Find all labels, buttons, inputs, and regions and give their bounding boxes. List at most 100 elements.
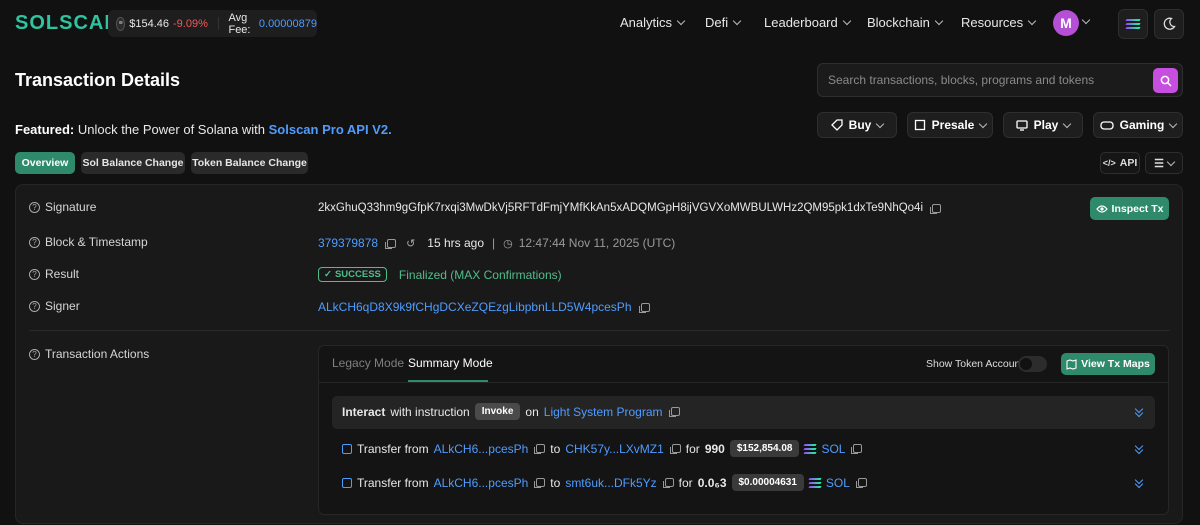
nav-defi[interactable]: Defi: [705, 15, 742, 30]
view-tx-maps-button[interactable]: View Tx Maps: [1061, 353, 1155, 375]
chevron-down-icon: [934, 16, 944, 26]
check-circle-icon: ✓: [324, 269, 332, 280]
copy-icon[interactable]: [638, 302, 650, 313]
chevron-down-icon: [1169, 119, 1178, 128]
map-icon: [1066, 358, 1077, 370]
api-label: API: [1119, 157, 1138, 169]
transfer-label: Transfer from: [357, 475, 429, 490]
panel-tab-divider: [319, 382, 1168, 383]
solana-logo-icon: [803, 443, 818, 454]
chevron-down-icon: [676, 16, 686, 26]
transfer-to-word: to: [550, 441, 561, 456]
show-token-account-toggle[interactable]: [1018, 356, 1047, 372]
tab-legacy-mode[interactable]: Legacy Mode: [332, 356, 404, 370]
nav-resources[interactable]: Resources: [961, 15, 1037, 30]
transfer-from-link[interactable]: ALkCH6...pcesPh: [434, 442, 529, 456]
featured-link[interactable]: Solscan Pro API V2.: [269, 122, 392, 137]
status-badge: ✓ SUCCESS: [318, 267, 387, 282]
top-nav: SOLSCAN ≡ $154.46 -9.09% Avg Fee: 0.0000…: [0, 0, 1200, 46]
play-label: Play: [1033, 118, 1059, 132]
tab-sol-balance-label: Sol Balance Change: [82, 157, 184, 169]
price-ticker: ≡ $154.46 -9.09% Avg Fee: 0.00000879: [108, 10, 317, 37]
copy-icon[interactable]: [662, 478, 674, 488]
tab-overview-label: Overview: [21, 157, 69, 169]
solana-network-button[interactable]: [1118, 9, 1148, 39]
list-view-button[interactable]: ☰: [1145, 152, 1183, 174]
logo-text: SOLSCAN: [15, 12, 120, 34]
chevron-down-icon: [732, 16, 742, 26]
avatar[interactable]: M: [1053, 10, 1079, 36]
instruction-badge: Invoke: [474, 403, 521, 420]
block-link[interactable]: 379379878: [318, 236, 378, 250]
inspect-tx-button[interactable]: Inspect Tx: [1090, 197, 1169, 220]
nav-blockchain-label: Blockchain: [867, 15, 930, 30]
buy-button[interactable]: Buy: [817, 112, 897, 138]
help-icon: ?: [29, 201, 40, 213]
nav-leaderboard[interactable]: Leaderboard: [764, 15, 851, 30]
transfer-for-word: for: [678, 475, 693, 490]
block-value: 379379878 ↺ 15 hrs ago | ◷ 12:47:44 Nov …: [318, 236, 675, 250]
copy-icon[interactable]: [669, 444, 681, 454]
tab-overview[interactable]: Overview: [15, 152, 75, 174]
search-input[interactable]: [828, 73, 1148, 87]
nav-blockchain[interactable]: Blockchain: [867, 15, 944, 30]
chevron-down-icon: [1166, 157, 1176, 166]
status-badge-text: SUCCESS: [334, 269, 381, 280]
eye-icon: [1095, 204, 1108, 213]
chevron-down-icon[interactable]: [1081, 15, 1091, 25]
nav-defi-label: Defi: [705, 15, 729, 30]
interact-bold: Interact: [342, 404, 386, 419]
transfer-to-word: to: [550, 475, 561, 490]
transfer-usd-badge: $0.00004631: [731, 474, 804, 491]
tab-token-balance-change[interactable]: Token Balance Change: [191, 152, 308, 174]
monitor-icon: [1016, 120, 1028, 131]
copy-icon[interactable]: [385, 238, 397, 249]
tab-summary-mode[interactable]: Summary Mode: [408, 356, 493, 370]
tab-sol-balance-change[interactable]: Sol Balance Change: [81, 152, 185, 174]
transfer-from-link[interactable]: ALkCH6...pcesPh: [434, 476, 529, 490]
help-icon: ?: [29, 300, 40, 312]
token-link[interactable]: SOL: [826, 476, 850, 490]
block-age: 15 hrs ago: [427, 236, 485, 250]
copy-icon[interactable]: [534, 444, 546, 454]
copy-icon[interactable]: [855, 478, 867, 488]
api-button[interactable]: </> API: [1100, 152, 1140, 174]
show-token-account-label: Show Token Account: [926, 358, 1024, 370]
interact-desc: with instruction: [390, 404, 470, 419]
copy-icon[interactable]: [851, 444, 863, 454]
featured-banner: Featured: Unlock the Power of Solana wit…: [15, 122, 392, 137]
transfer-to-link[interactable]: CHK57y...LXvMZ1: [565, 442, 663, 456]
sol-change: -9.09%: [173, 17, 208, 30]
signer-link[interactable]: ALkCH6qD8X9k9fCHgDCXeZQEzgLibpbnLLD5W4pc…: [318, 300, 632, 314]
program-link[interactable]: Light System Program: [544, 405, 663, 419]
toggle-knob: [1020, 358, 1032, 370]
chevron-down-icon: [842, 16, 851, 26]
theme-toggle-button[interactable]: [1154, 9, 1184, 39]
signer-label: ? Signer: [29, 299, 80, 313]
block-label: ? Block & Timestamp: [29, 235, 148, 249]
featured-text: Unlock the Power of Solana with: [74, 122, 269, 137]
nav-leaderboard-label: Leaderboard: [764, 15, 838, 30]
search-box: [817, 63, 1183, 97]
presale-button[interactable]: Presale: [907, 112, 993, 138]
avg-fee-value: 0.00000879: [258, 17, 318, 30]
copy-icon[interactable]: [930, 203, 942, 214]
transfer-usd-badge: $152,854.08: [729, 440, 800, 457]
copy-icon[interactable]: [668, 407, 680, 417]
play-button[interactable]: Play: [1003, 112, 1083, 138]
nav-analytics[interactable]: Analytics: [620, 15, 686, 30]
token-link[interactable]: SOL: [821, 442, 845, 456]
inspect-tx-label: Inspect Tx: [1111, 202, 1164, 215]
transfer-to-link[interactable]: smt6uk...DFk5Yz: [565, 476, 656, 490]
gaming-button[interactable]: Gaming: [1093, 112, 1183, 138]
transfer-label: Transfer from: [357, 441, 429, 456]
chevron-down-icon: [1063, 119, 1072, 128]
transfer-amount: 0.0₆3: [697, 475, 727, 490]
featured-prefix: Featured:: [15, 122, 75, 137]
search-button[interactable]: [1153, 68, 1178, 93]
help-icon: ?: [29, 348, 40, 360]
solscan-logo[interactable]: SOLSCAN: [15, 12, 120, 35]
presale-label: Presale: [931, 118, 975, 132]
copy-icon[interactable]: [534, 478, 546, 488]
chevron-down-icon: [1027, 16, 1037, 26]
